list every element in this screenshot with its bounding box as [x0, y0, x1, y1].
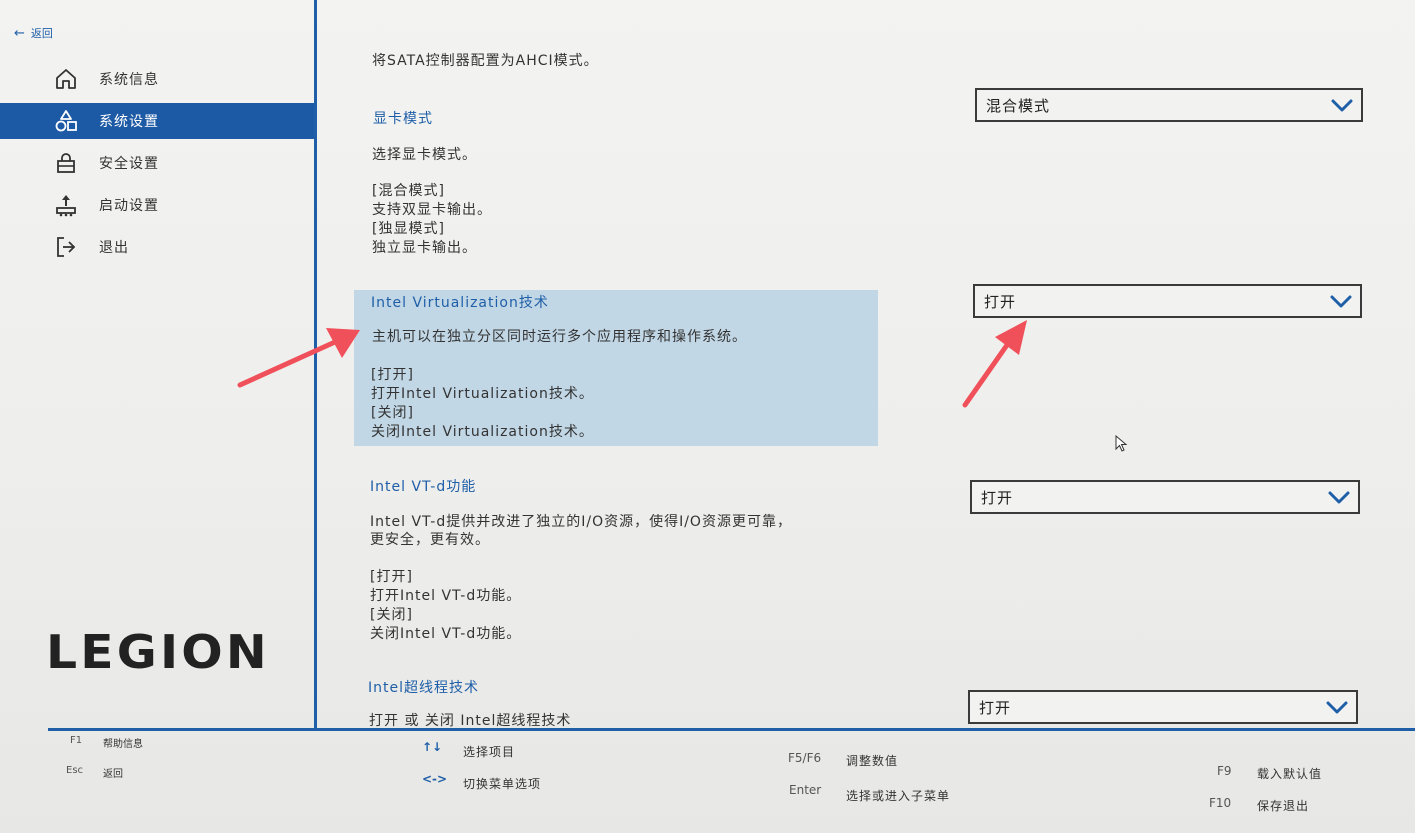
f5f6-description: 调整数值	[846, 754, 899, 768]
enter-description: 选择或进入子菜单	[846, 789, 951, 803]
mouse-cursor-icon	[1115, 435, 1128, 452]
virtualization-description: 主机可以在独立分区同时运行多个应用程序和操作系统。	[372, 329, 747, 345]
sata-description: 将SATA控制器配置为AHCI模式。	[372, 53, 599, 69]
vtd-option-1: [打开]	[370, 569, 413, 585]
vtd-value: 打开	[981, 488, 1014, 507]
gpu-option-1-desc: 支持双显卡输出。	[372, 202, 492, 218]
f1-key: F1	[70, 735, 83, 746]
gpu-option-2-desc: 独立显卡输出。	[372, 240, 477, 256]
virtualization-option-2: [关闭]	[371, 405, 414, 421]
sidebar-item-boot[interactable]: 启动设置	[0, 187, 314, 223]
virtualization-option-1-desc: 打开Intel Virtualization技术。	[371, 386, 594, 402]
home-icon	[54, 67, 78, 91]
legion-logo: LEGION	[46, 625, 270, 679]
hyperthreading-description: 打开 或 关闭 Intel超线程技术	[369, 713, 572, 727]
gpu-option-1: [混合模式]	[372, 183, 445, 199]
virtualization-title[interactable]: Intel Virtualization技术	[371, 294, 549, 313]
f9-key: F9	[1217, 764, 1232, 778]
sidebar-item-label: 安全设置	[99, 156, 159, 172]
sidebar-item-label: 退出	[99, 240, 129, 256]
f10-description: 保存退出	[1257, 799, 1310, 813]
gpu-mode-title[interactable]: 显卡模式	[373, 110, 433, 129]
vtd-dropdown[interactable]: 打开	[970, 480, 1360, 514]
sidebar-item-system-info[interactable]: 系统信息	[0, 61, 314, 97]
f10-key: F10	[1209, 796, 1232, 810]
gpu-option-2: [独显模式]	[372, 221, 445, 237]
virtualization-value: 打开	[984, 292, 1017, 311]
vtd-description-line2: 更安全，更有效。	[370, 532, 490, 548]
footer-divider	[48, 728, 1415, 731]
annotation-arrow-left-icon	[237, 328, 360, 388]
virtualization-dropdown[interactable]: 打开	[973, 284, 1362, 318]
chevron-down-icon	[1326, 701, 1348, 714]
vtd-option-1-desc: 打开Intel VT-d功能。	[370, 588, 522, 604]
gpu-mode-value: 混合模式	[986, 96, 1051, 115]
annotation-arrow-right-icon	[962, 320, 1027, 408]
chevron-down-icon	[1331, 99, 1353, 112]
exit-icon	[54, 235, 78, 259]
virtualization-option-2-desc: 关闭Intel Virtualization技术。	[371, 424, 594, 440]
sidebar-item-security[interactable]: 安全设置	[0, 145, 314, 181]
up-down-arrows-icon: ↑↓	[422, 740, 443, 754]
lock-icon	[54, 151, 78, 175]
gpu-mode-description: 选择显卡模式。	[372, 147, 477, 163]
sidebar-item-system-settings[interactable]: 系统设置	[0, 103, 314, 139]
vtd-option-2-desc: 关闭Intel VT-d功能。	[370, 626, 522, 642]
back-label: 返回	[30, 27, 53, 40]
sidebar-item-label: 系统设置	[99, 114, 159, 130]
virtualization-option-1: [打开]	[371, 367, 414, 383]
settings-shapes-icon	[54, 109, 78, 133]
bios-screen: ← 返回 系统信息 系统设置 安全设置 启动设置 退出 LEGION 将SATA…	[0, 0, 1415, 833]
vtd-description-line1: Intel VT-d提供并改进了独立的I/O资源，使得I/O资源更可靠，	[370, 514, 792, 530]
chevron-down-icon	[1330, 295, 1352, 308]
sidebar-item-exit[interactable]: 退出	[0, 229, 314, 265]
enter-key: Enter	[789, 783, 822, 797]
vtd-title[interactable]: Intel VT-d功能	[370, 478, 476, 497]
hyperthreading-title[interactable]: Intel超线程技术	[368, 679, 479, 698]
back-link[interactable]: ← 返回	[14, 25, 53, 41]
updown-description: 选择项目	[463, 745, 516, 759]
sidebar-item-label: 系统信息	[99, 72, 159, 88]
back-arrow-icon: ←	[14, 25, 25, 41]
vtd-option-2: [关闭]	[370, 607, 413, 623]
f1-description: 帮助信息	[103, 739, 143, 750]
esc-description: 返回	[103, 769, 123, 780]
left-right-arrows-icon: <->	[422, 772, 448, 786]
sidebar-item-label: 启动设置	[99, 198, 159, 214]
chevron-down-icon	[1328, 491, 1350, 504]
hyperthreading-dropdown[interactable]: 打开	[968, 690, 1358, 724]
gpu-mode-dropdown[interactable]: 混合模式	[975, 88, 1363, 122]
f5f6-key: F5/F6	[788, 751, 822, 765]
esc-key: Esc	[66, 765, 84, 776]
f9-description: 载入默认值	[1257, 767, 1323, 781]
boot-icon	[54, 193, 78, 217]
leftright-description: 切换菜单选项	[463, 777, 542, 791]
hyperthreading-value: 打开	[979, 698, 1012, 717]
